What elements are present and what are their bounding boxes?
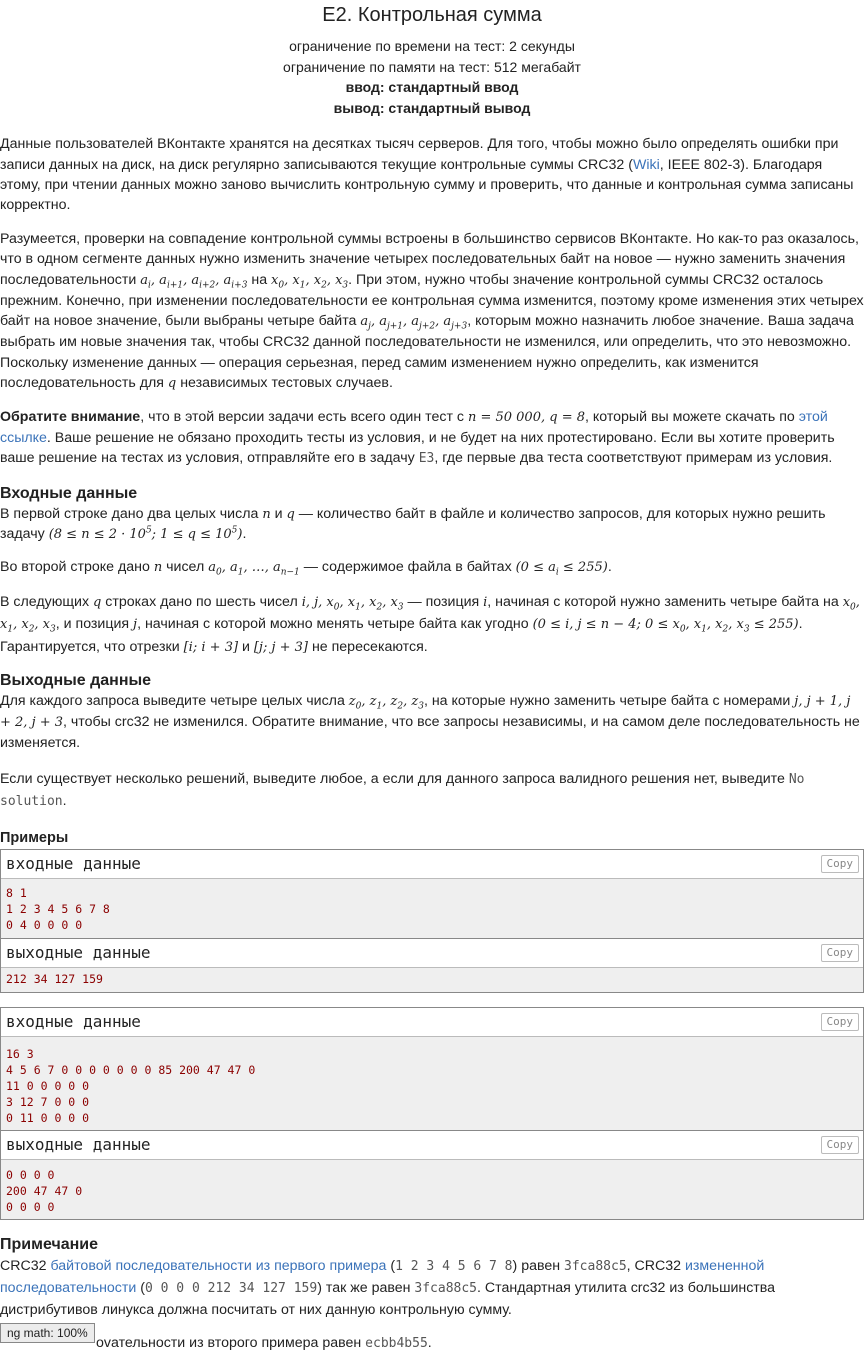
note-paragraph: ovательности из второго примера равен ec… bbox=[96, 1334, 432, 1351]
output-label: выходные данные bbox=[6, 942, 151, 962]
formula-aj: aj, aj+1, aj+2, aj+3 bbox=[360, 314, 468, 332]
input-paragraph: Во второй строке дано n чисел a0, a1, …,… bbox=[0, 558, 612, 578]
legend-paragraph: Разумеется, проверки на совпадение контр… bbox=[0, 230, 864, 392]
wiki-link[interactable]: Wiki bbox=[633, 157, 660, 173]
copy-button[interactable]: Copy bbox=[820, 1135, 859, 1154]
example-input-header: входные данные Copy bbox=[1, 849, 863, 879]
problem-code: E3 bbox=[418, 450, 435, 466]
note: Примечание CRC32 байтовой последовательн… bbox=[0, 1235, 864, 1353]
note-paragraph: CRC32 байтовой последовательности из пер… bbox=[0, 1257, 776, 1318]
examples: Примеры входные данные Copy 8 1 1 2 3 4 … bbox=[0, 828, 864, 1220]
input-label: входные данные bbox=[6, 853, 141, 873]
copy-button[interactable]: Copy bbox=[820, 943, 859, 962]
example-input: 8 1 1 2 3 4 5 6 7 8 0 4 0 0 0 0 bbox=[1, 878, 863, 938]
output-file: вывод: стандартный вывод bbox=[333, 99, 531, 116]
legend-paragraph: Данные пользователей ВКонтакте хранятся … bbox=[0, 136, 854, 214]
formula-q: q bbox=[167, 376, 177, 392]
copy-button[interactable]: Copy bbox=[820, 854, 859, 873]
output-paragraph: Если существует несколько решений, вывед… bbox=[0, 770, 805, 809]
output-specification: Выходные данные Для каждого запроса выве… bbox=[0, 671, 864, 812]
example-2: входные данные Copy 16 3 4 5 6 7 0 0 0 0… bbox=[0, 1006, 864, 1220]
examples-title: Примеры bbox=[0, 829, 69, 846]
formula-x: x0, x1, x2, x3 bbox=[271, 272, 349, 291]
example-1: входные данные Copy 8 1 1 2 3 4 5 6 7 8 … bbox=[0, 848, 864, 993]
output-paragraph: Для каждого запроса выведите четыре целы… bbox=[0, 692, 860, 752]
input-spec-title: Входные данные bbox=[0, 484, 138, 502]
input-label: входные данные bbox=[6, 1011, 141, 1031]
first-example-link[interactable]: байтовой последовательности из первого п… bbox=[50, 1258, 386, 1274]
time-limit: ограничение по времени на тест: 2 секунд… bbox=[289, 38, 575, 54]
formula-constraints: (8 ≤ n ≤ 2 · 105; 1 ≤ q ≤ 105) bbox=[48, 525, 243, 543]
example-output: 212 34 127 159 bbox=[1, 967, 863, 992]
input-paragraph: В первой строке дано два целых числа n и… bbox=[0, 505, 826, 543]
input-paragraph: В следующих q строках дано по шесть чисе… bbox=[0, 594, 860, 655]
legend-paragraph: Обратите внимание, что в этой версии зад… bbox=[0, 409, 835, 466]
input-specification: Входные данные В первой строке дано два … bbox=[0, 484, 864, 658]
example-output-header: выходные данные Copy bbox=[1, 1130, 863, 1160]
formula-n-q: n = 50 000, q = 8 bbox=[467, 410, 585, 426]
problem-header: E2. Контрольная сумма ограничение по вре… bbox=[0, 2, 864, 118]
formula-a: ai, ai+1, ai+2, ai+3 bbox=[140, 272, 248, 291]
output-spec-title: Выходные данные bbox=[0, 671, 152, 689]
note-title: Примечание bbox=[0, 1235, 99, 1253]
copy-button[interactable]: Copy bbox=[820, 1012, 859, 1031]
problem-title: E2. Контрольная сумма bbox=[322, 4, 542, 26]
example-output: 0 0 0 0 200 47 47 0 0 0 0 0 bbox=[1, 1159, 863, 1219]
memory-limit: ограничение по памяти на тест: 512 мегаб… bbox=[283, 58, 581, 75]
example-output-header: выходные данные Copy bbox=[1, 938, 863, 968]
input-file: ввод: стандартный ввод bbox=[345, 79, 519, 96]
example-input-header: входные данные Copy bbox=[1, 1007, 863, 1037]
output-label: выходные данные bbox=[6, 1134, 151, 1154]
mathjax-status: ng math: 100% bbox=[0, 1323, 95, 1343]
example-input: 16 3 4 5 6 7 0 0 0 0 0 0 0 85 200 47 47 … bbox=[1, 1036, 863, 1130]
legend: Данные пользователей ВКонтакте хранятся … bbox=[0, 134, 864, 468]
